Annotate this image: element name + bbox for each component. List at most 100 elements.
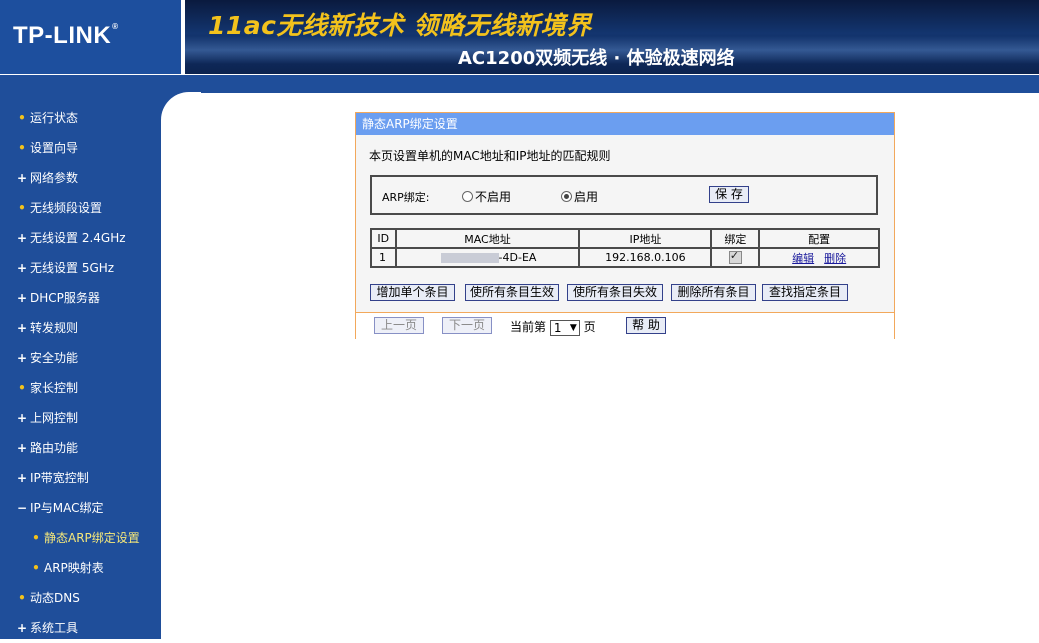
sidebar-item-label: 系统工具 — [30, 621, 79, 635]
column-header-bind: 绑定 — [710, 228, 761, 249]
bullet-icon: • — [18, 591, 26, 605]
page-prefix: 当前第 — [510, 320, 547, 334]
edit-link[interactable]: 编辑 — [792, 252, 814, 265]
sidebar-item-ip-mac-binding[interactable]: − IP与MAC绑定 — [0, 493, 161, 523]
prev-page-button[interactable]: 上一页 — [374, 317, 424, 334]
sidebar-item-label: 上网控制 — [30, 411, 79, 425]
bullet-icon: • — [18, 381, 26, 395]
disable-all-button[interactable]: 使所有条目失效 — [567, 284, 663, 301]
collapse-icon: − — [17, 501, 28, 515]
header: TP-LINK® 11ac无线新技术 领略无线新境界 AC1200双频无线 · … — [0, 0, 1039, 93]
bullet-icon: • — [18, 141, 26, 155]
page-indicator: 当前第 1 ▼ 页 — [510, 318, 596, 336]
column-header-mac: MAC地址 — [394, 228, 581, 249]
sidebar-item-label: 无线频段设置 — [30, 201, 103, 215]
arp-binding-box: ARP绑定: 不启用 启用 保 存 — [370, 175, 878, 215]
tp-link-logo: TP-LINK® — [13, 22, 119, 50]
sidebar-item-label: 动态DNS — [30, 591, 80, 605]
enable-all-button[interactable]: 使所有条目生效 — [465, 284, 559, 301]
radio-disable[interactable]: 不启用 — [462, 188, 511, 205]
expand-icon: + — [17, 471, 28, 485]
expand-icon: + — [17, 321, 28, 335]
bullet-icon: • — [32, 561, 40, 575]
expand-icon: + — [17, 441, 28, 455]
sidebar-item-forwarding[interactable]: + 转发规则 — [0, 313, 161, 343]
chevron-down-icon: ▼ — [569, 322, 577, 333]
expand-icon: + — [17, 261, 28, 275]
sidebar-item-ddns[interactable]: • 动态DNS — [0, 583, 161, 613]
radio-enable[interactable]: 启用 — [561, 188, 598, 205]
expand-icon: + — [17, 231, 28, 245]
redacted-mac-block — [440, 253, 499, 263]
radio-enable-label: 启用 — [574, 190, 599, 204]
row-bound — [710, 247, 761, 268]
sidebar-item-label: IP与MAC绑定 — [30, 501, 104, 515]
sidebar-item-label: IP带宽控制 — [30, 471, 89, 485]
row-config: 编辑 删除 — [758, 247, 880, 268]
table-header-row: ID MAC地址 IP地址 绑定 配置 — [370, 228, 880, 249]
radio-enable-circle[interactable] — [561, 191, 572, 202]
page-select[interactable]: 1 ▼ — [549, 319, 580, 336]
banner-headline: 11ac无线新技术 领略无线新境界 — [208, 11, 592, 40]
row-mac-text: -4D-EA — [498, 251, 537, 264]
save-button[interactable]: 保 存 — [709, 186, 749, 203]
sidebar-item-wireless-24[interactable]: + 无线设置 2.4GHz — [0, 223, 161, 253]
sidebar-item-label: 家长控制 — [30, 381, 79, 395]
registered-mark: ® — [112, 22, 119, 31]
sidebar-item-access-control[interactable]: + 上网控制 — [0, 403, 161, 433]
sidebar-item-arp-table[interactable]: • ARP映射表 — [0, 553, 161, 583]
delete-all-button[interactable]: 删除所有条目 — [671, 284, 756, 301]
sidebar-item-parental[interactable]: • 家长控制 — [0, 373, 161, 403]
banner-subline: AC1200双频无线 · 体验极速网络 — [458, 48, 735, 69]
row-ip: 192.168.0.106 — [578, 247, 713, 268]
sidebar-item-status[interactable]: • 运行状态 — [0, 103, 161, 133]
arp-binding-label: ARP绑定: — [382, 191, 430, 204]
banner: 11ac无线新技术 领略无线新境界 AC1200双频无线 · 体验极速网络 — [185, 0, 1039, 74]
sidebar-item-dhcp[interactable]: + DHCP服务器 — [0, 283, 161, 313]
logo-text: TP-LINK — [13, 22, 112, 49]
arp-table: ID MAC地址 IP地址 绑定 配置 1 -4D-EA 192.168.0.1… — [370, 228, 880, 268]
sidebar-item-static-arp[interactable]: • 静态ARP绑定设置 — [0, 523, 161, 553]
sidebar-item-label: 设置向导 — [30, 141, 79, 155]
sidebar-item-wireless-5[interactable]: + 无线设置 5GHz — [0, 253, 161, 283]
radio-disable-circle[interactable] — [462, 191, 473, 202]
panel-description: 本页设置单机的MAC地址和IP地址的匹配规则 — [369, 149, 611, 163]
sidebar-item-label: 路由功能 — [30, 441, 79, 455]
sidebar-item-network[interactable]: + 网络参数 — [0, 163, 161, 193]
table-row: 1 -4D-EA 192.168.0.106 编辑删除 — [370, 247, 880, 268]
panel-title: 静态ARP绑定设置 — [356, 113, 894, 135]
content-corner — [161, 92, 201, 132]
static-arp-panel: 静态ARP绑定设置 本页设置单机的MAC地址和IP地址的匹配规则 ARP绑定: … — [355, 112, 895, 339]
sidebar-item-wizard[interactable]: • 设置向导 — [0, 133, 161, 163]
sidebar-item-bandwidth[interactable]: + IP带宽控制 — [0, 463, 161, 493]
sidebar-item-routing[interactable]: + 路由功能 — [0, 433, 161, 463]
sidebar-item-label: DHCP服务器 — [30, 291, 100, 305]
add-entry-button[interactable]: 增加单个条目 — [370, 284, 455, 301]
radio-disable-label: 不启用 — [475, 190, 512, 204]
sidebar-item-label: 运行状态 — [30, 111, 79, 125]
sidebar-item-label: 安全功能 — [30, 351, 79, 365]
sidebar-item-security[interactable]: + 安全功能 — [0, 343, 161, 373]
sidebar-item-label: 无线设置 2.4GHz — [30, 231, 126, 245]
expand-icon: + — [17, 171, 28, 185]
sidebar-item-label: 无线设置 5GHz — [30, 261, 115, 275]
bullet-icon: • — [32, 531, 40, 545]
panel-footer: 上一页 下一页 当前第 1 ▼ 页 帮 助 — [356, 312, 894, 339]
logo-area: TP-LINK® — [0, 0, 185, 74]
next-page-button[interactable]: 下一页 — [442, 317, 492, 334]
sidebar: • 运行状态 • 设置向导 + 网络参数 • 无线频段设置 + 无线设置 2.4GHz +… — [0, 92, 161, 639]
bullet-icon: • — [18, 201, 26, 215]
row-id: 1 — [370, 247, 397, 268]
bound-checkbox[interactable] — [728, 249, 742, 265]
help-button[interactable]: 帮 助 — [626, 317, 666, 334]
content-corner-curve — [161, 92, 201, 132]
sidebar-item-label: 网络参数 — [30, 171, 79, 185]
find-entry-button[interactable]: 查找指定条目 — [762, 284, 848, 301]
sidebar-item-label: ARP映射表 — [44, 561, 104, 575]
sidebar-item-band[interactable]: • 无线频段设置 — [0, 193, 161, 223]
sidebar-item-label: 静态ARP绑定设置 — [44, 531, 140, 545]
page-select-value: 1 — [553, 320, 562, 335]
delete-link[interactable]: 删除 — [824, 252, 846, 265]
sidebar-item-label: 转发规则 — [30, 321, 79, 335]
header-bar — [0, 74, 1039, 93]
